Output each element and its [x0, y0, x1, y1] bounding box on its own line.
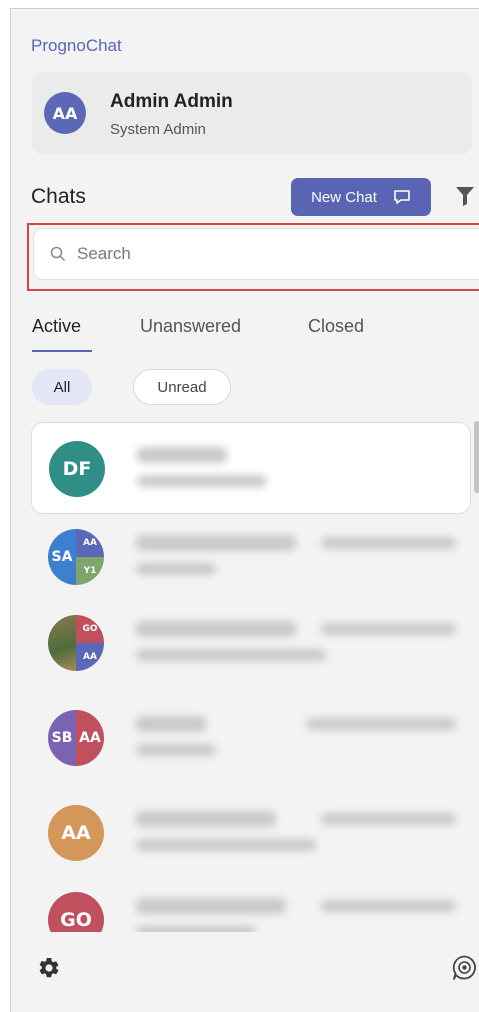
search-box[interactable] — [33, 228, 479, 280]
chat-list-item[interactable]: GO — [31, 874, 471, 932]
chat-time-redacted — [321, 813, 456, 825]
chat-name-redacted — [136, 621, 296, 637]
chat-sidebar: PrognoChat AA Admin Admin System Admin C… — [10, 8, 479, 1012]
chat-preview-redacted — [136, 926, 256, 932]
chat-list-item[interactable]: GO AA — [31, 597, 471, 689]
user-role: System Admin — [110, 121, 206, 138]
chat-name-redacted — [137, 447, 227, 463]
tab-unanswered[interactable]: Unanswered — [140, 316, 241, 337]
user-profile-card[interactable]: AA Admin Admin System Admin — [32, 72, 472, 154]
chat-avatar: AA — [48, 805, 104, 861]
chat-list-item[interactable]: SB AA — [31, 692, 471, 784]
chat-avatar: GO — [48, 892, 104, 932]
chat-preview-redacted — [136, 839, 316, 851]
chat-time-redacted — [321, 537, 456, 549]
search-input[interactable] — [75, 243, 439, 265]
chat-name-redacted — [136, 535, 296, 551]
chat-preview-redacted — [136, 649, 326, 661]
active-tab-indicator — [32, 350, 92, 352]
filter-icon[interactable] — [455, 185, 475, 207]
chat-name-redacted — [136, 716, 206, 732]
chat-name-redacted — [136, 811, 276, 827]
chat-time-redacted — [321, 623, 456, 635]
avatar-part: GO — [76, 615, 104, 643]
chat-preview-redacted — [136, 744, 216, 756]
group-chat-avatar: SB AA — [48, 710, 104, 766]
avatar-photo — [48, 615, 76, 671]
tab-active[interactable]: Active — [32, 316, 81, 337]
filter-chip-unread[interactable]: Unread — [133, 369, 231, 405]
chats-title: Chats — [31, 185, 86, 208]
avatar-part: AA — [76, 643, 104, 671]
chat-list-item[interactable]: SA AA Y1 — [31, 511, 471, 603]
chat-support-icon[interactable] — [451, 954, 478, 981]
user-avatar: AA — [44, 92, 86, 134]
chat-bubble-icon — [394, 190, 410, 204]
avatar-part: Y1 — [76, 557, 104, 585]
avatar-part: SA — [48, 529, 76, 585]
app-brand: PrognoChat — [31, 36, 122, 55]
tab-closed[interactable]: Closed — [308, 316, 364, 337]
chat-list-scrollbar[interactable] — [474, 421, 479, 493]
chat-avatar: DF — [49, 441, 105, 497]
chat-list: DF SA AA Y1 GO AA SB AA AA GO — [11, 414, 479, 932]
chat-time-redacted — [306, 718, 456, 730]
filter-chip-all[interactable]: All — [32, 369, 92, 405]
group-chat-avatar: GO AA — [48, 615, 104, 671]
chat-time-redacted — [321, 900, 456, 912]
chat-list-item[interactable]: AA — [31, 787, 471, 879]
gear-icon[interactable] — [37, 956, 61, 980]
chat-name-redacted — [136, 898, 286, 914]
chat-preview-redacted — [137, 475, 267, 487]
chat-preview-redacted — [136, 563, 216, 575]
group-chat-avatar: SA AA Y1 — [48, 529, 104, 585]
avatar-part: SB — [48, 710, 76, 766]
new-chat-label: New Chat — [311, 188, 377, 206]
search-icon — [50, 246, 66, 262]
user-name: Admin Admin — [110, 91, 233, 112]
avatar-part: AA — [76, 529, 104, 557]
new-chat-button[interactable]: New Chat — [291, 178, 431, 216]
avatar-part: AA — [76, 710, 104, 766]
chat-list-item[interactable]: DF — [31, 422, 471, 514]
